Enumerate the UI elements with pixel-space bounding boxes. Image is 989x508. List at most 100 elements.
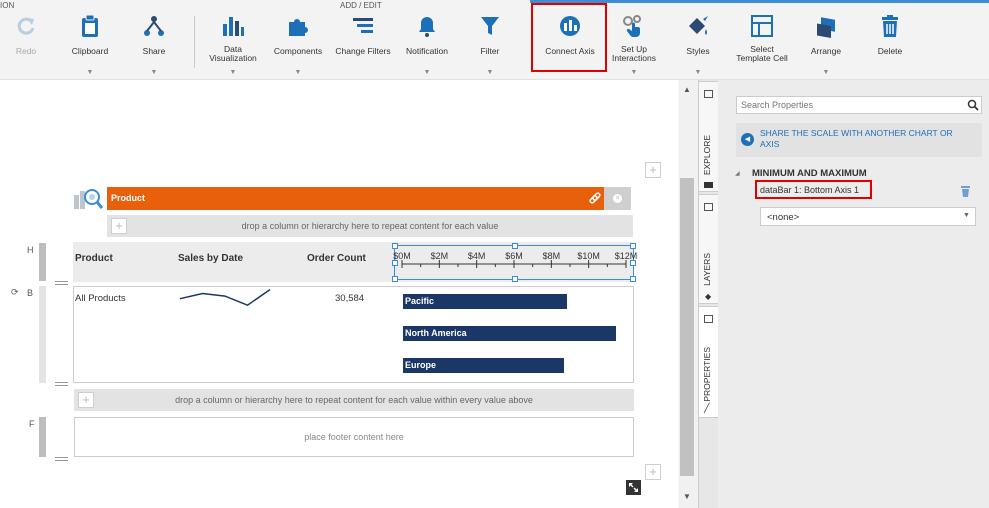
selection-handle[interactable] [392, 243, 398, 249]
scroll-up-arrow-icon[interactable]: ▲ [683, 85, 691, 94]
bottom-axis-selection[interactable]: $0M $2M $4M $6M $8M $10M $12M [392, 243, 637, 282]
cell-product-value[interactable]: All Products [75, 293, 126, 304]
chevron-down-icon[interactable]: ▼ [487, 69, 494, 76]
tab-properties[interactable]: PROPERTIES ╱ [699, 306, 719, 418]
chevron-down-icon[interactable]: ▼ [963, 212, 970, 219]
chevron-down-icon[interactable]: ▼ [295, 69, 302, 76]
chevron-down-icon[interactable]: ▼ [424, 69, 431, 76]
footer-band[interactable]: place footer content here [74, 417, 634, 457]
tab-properties-label: PROPERTIES [702, 347, 712, 402]
data-visualization-button[interactable]: Data Visualization ▼ [206, 10, 260, 78]
scrollbar-thumb[interactable] [680, 178, 694, 476]
select-template-cell-label-line2: Template Cell [736, 53, 788, 63]
set-up-interactions-button[interactable]: Set Up Interactions ▼ [608, 10, 660, 78]
product-group-label: Product [111, 193, 146, 203]
set-up-interactions-label-line2: Interactions [612, 53, 656, 63]
selection-handle[interactable] [630, 243, 636, 249]
report-canvas[interactable]: + Product × drop a column or hierarchy h… [0, 80, 678, 508]
footer-row-bar[interactable] [39, 417, 46, 457]
chevron-down-icon[interactable]: ▼ [823, 69, 830, 76]
column-header-sales-by-date[interactable]: Sales by Date [178, 253, 243, 264]
filter-button[interactable]: Filter ▼ [468, 10, 512, 78]
clipboard-label: Clipboard [71, 46, 109, 56]
axis-item-label: dataBar 1: Bottom Axis 1 [760, 185, 860, 195]
tab-explore[interactable]: EXPLORE [699, 81, 719, 192]
header-resize-grip[interactable] [55, 281, 68, 285]
repeat-dropzone-bottom-text: drop a column or hierarchy here to repea… [175, 395, 533, 405]
template-cell-icon [748, 10, 776, 42]
scroll-down-arrow-icon[interactable]: ▼ [683, 492, 691, 501]
repeat-link-icon[interactable]: ⟳ [11, 287, 19, 298]
search-icon[interactable] [967, 99, 979, 114]
notification-button[interactable]: Notification ▼ [401, 10, 453, 78]
selection-handle[interactable] [512, 243, 518, 249]
search-properties-input[interactable] [737, 97, 963, 113]
cell-order-count-value[interactable]: 30,584 [335, 293, 364, 304]
funnel-icon [476, 10, 504, 42]
share-icon [140, 10, 168, 42]
repeat-dropzone-top[interactable]: drop a column or hierarchy here to repea… [107, 215, 633, 237]
add-bottom-plus-button[interactable]: + [645, 464, 661, 480]
section-label-body: B [27, 288, 34, 298]
body-resize-grip[interactable] [55, 382, 68, 386]
expand-icon[interactable] [626, 480, 641, 495]
selection-handle[interactable] [630, 260, 636, 266]
share-button[interactable]: Share ▼ [134, 10, 174, 78]
selection-handle[interactable] [392, 260, 398, 266]
chevron-down-icon[interactable]: ▼ [631, 69, 638, 76]
chevron-down-icon[interactable]: ▼ [695, 69, 702, 76]
layers-tab-top-icon [704, 203, 713, 211]
close-icon: × [613, 194, 622, 203]
selection-handle[interactable] [392, 276, 398, 282]
repeat-dropzone-bottom-plus[interactable]: + [78, 392, 94, 408]
tab-layers[interactable]: LAYERS ◆ [699, 194, 719, 304]
arrange-icon [812, 10, 840, 42]
sales-sparkline [179, 288, 271, 307]
column-header-product[interactable]: Product [75, 253, 113, 264]
chevron-down-icon[interactable]: ▼ [87, 69, 94, 76]
chevron-down-icon[interactable]: ▼ [151, 69, 158, 76]
canvas-vertical-scrollbar[interactable]: ▲ ▼ [678, 80, 698, 508]
info-text-line1: SHARE THE SCALE WITH ANOTHER CHART OR [760, 128, 953, 138]
product-group-close-button[interactable]: × [604, 187, 631, 210]
axis-item-row[interactable]: dataBar 1: Bottom Axis 1 [755, 180, 872, 199]
connect-axis-highlight [531, 3, 607, 72]
data-visualization-label: Data Visualization [209, 45, 257, 63]
select-template-cell-label: Select Template Cell [736, 45, 788, 63]
footer-resize-grip[interactable] [55, 457, 68, 461]
add-top-plus-button[interactable]: + [645, 162, 661, 178]
arrange-button[interactable]: Arrange ▼ [804, 10, 848, 78]
info-text-line2: AXIS [760, 139, 780, 149]
column-header-order-count[interactable]: Order Count [307, 253, 366, 264]
data-bar[interactable]: Pacific [403, 294, 567, 309]
header-row-bar[interactable] [39, 243, 46, 281]
axis-tick-label: $8M [543, 251, 561, 261]
tab-layers-label: LAYERS [702, 253, 712, 286]
section-collapse-arrow-icon[interactable]: ◢ [735, 170, 740, 177]
redo-label: Redo [15, 46, 37, 56]
axis-select[interactable]: <none> ▼ [760, 207, 976, 226]
chevron-down-icon[interactable]: ▼ [230, 69, 237, 76]
delete-button[interactable]: Delete [868, 10, 912, 78]
selection-handle[interactable] [512, 276, 518, 282]
redo-icon [12, 10, 40, 42]
redo-button[interactable]: Redo [8, 10, 44, 78]
axis-tick-label: $10M [577, 251, 600, 261]
trash-icon[interactable] [960, 185, 971, 201]
repeat-dropzone-bottom[interactable]: drop a column or hierarchy here to repea… [74, 389, 634, 411]
ribbon-group-label-add-edit: ADD / EDIT [340, 1, 382, 10]
data-bar[interactable]: Europe [403, 358, 564, 373]
product-group-bar[interactable]: Product [107, 187, 604, 210]
connect-axis-info[interactable]: ◀ SHARE THE SCALE WITH ANOTHER CHART OR … [736, 123, 982, 157]
selection-handle[interactable] [630, 276, 636, 282]
link-icon[interactable] [588, 191, 602, 208]
search-properties-box[interactable] [736, 96, 982, 114]
body-row-bar[interactable] [39, 286, 46, 383]
select-template-cell-button[interactable]: Select Template Cell [733, 10, 791, 78]
change-filters-button[interactable]: Change Filters [333, 10, 393, 78]
clipboard-button[interactable]: Clipboard ▼ [66, 10, 114, 78]
repeat-dropzone-top-plus[interactable]: + [111, 218, 127, 234]
styles-button[interactable]: Styles ▼ [676, 10, 720, 78]
data-bar[interactable]: North America [403, 326, 616, 341]
components-button[interactable]: Components ▼ [272, 10, 324, 78]
